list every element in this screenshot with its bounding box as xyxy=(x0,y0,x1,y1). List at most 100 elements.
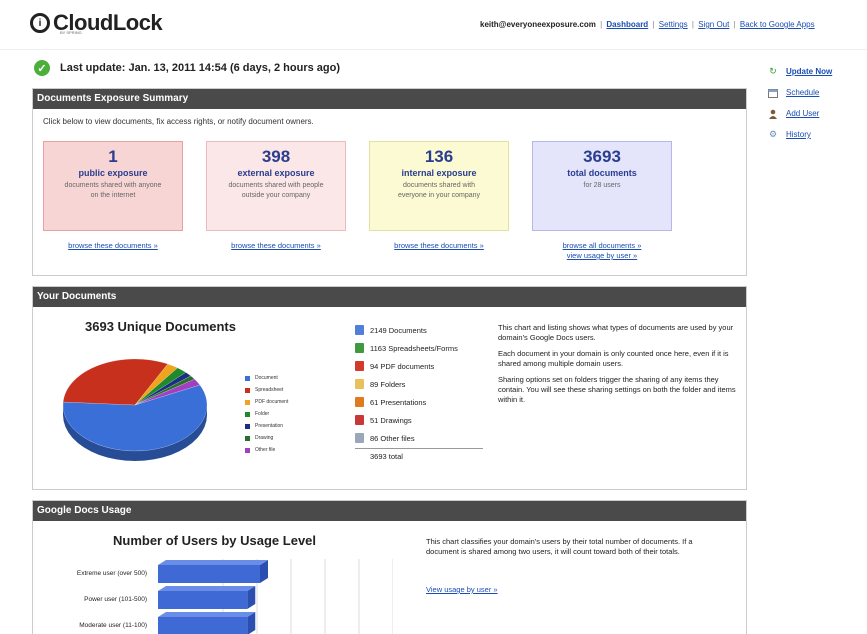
card-description: documents shared with anyone on the inte… xyxy=(64,182,162,199)
doc-type-label: 61 Presentations xyxy=(370,397,427,407)
gear-icon: ⚙ xyxy=(768,129,778,139)
usage-bar-chart xyxy=(158,559,393,634)
card-count: 398 xyxy=(261,147,291,166)
sidebar-item-add-user[interactable]: Add User xyxy=(768,106,832,121)
google-docs-usage-panel: Google Docs Usage Number of Users by Usa… xyxy=(32,500,747,634)
usage-bar-extreme-user-over-500 xyxy=(158,560,268,583)
last-update-status: ✓ Last update: Jan. 13, 2011 14:54 (6 da… xyxy=(34,60,340,76)
card-count: 3693 xyxy=(583,147,621,166)
exposure-intro: Click below to view documents, fix acces… xyxy=(43,117,314,126)
sign-out-link[interactable]: Sign Out xyxy=(698,20,729,29)
doc-type-label: 2149 Documents xyxy=(370,325,427,335)
logo-subtitle: BY SPRING xyxy=(60,30,82,35)
legend-item-folder: Folder xyxy=(245,409,288,419)
documents-explanation: This chart and listing shows what types … xyxy=(498,323,743,411)
doc-type-label: 89 Folders xyxy=(370,379,406,389)
legend-label: Drawing xyxy=(255,435,274,441)
card-label: total documents xyxy=(567,168,637,178)
internal-exposure-card[interactable]: 136 internal exposure documents shared w… xyxy=(369,141,509,231)
section-title: Google Docs Usage xyxy=(33,501,746,521)
drawing-icon xyxy=(355,415,364,425)
card-count: 1 xyxy=(108,147,118,166)
browse-public-link[interactable]: browse these documents » xyxy=(43,241,183,251)
doc-type-item: 2149 Documents xyxy=(355,321,483,339)
section-title: Your Documents xyxy=(33,287,746,307)
update-now-link[interactable]: Update Now xyxy=(786,67,832,76)
user-email: keith@everyoneexposure.com xyxy=(480,20,596,29)
settings-link[interactable]: Settings xyxy=(659,20,688,29)
legend-label: Presentation xyxy=(255,423,284,429)
dashboard-link[interactable]: Dashboard xyxy=(606,20,648,29)
file-icon xyxy=(355,433,364,443)
explain-paragraph: This chart and listing shows what types … xyxy=(498,323,734,342)
view-usage-by-user-link[interactable]: View usage by user » xyxy=(426,585,498,594)
doc-type-label: 1163 Spreadsheets/Forms xyxy=(370,343,458,353)
legend-swatch xyxy=(245,411,250,417)
logo-mark-icon: i xyxy=(30,13,50,33)
card-description: for 28 users xyxy=(583,182,621,189)
exposure-summary-panel: Documents Exposure Summary Click below t… xyxy=(32,88,747,276)
doc-type-label: 94 PDF documents xyxy=(370,361,435,371)
legend-label: Spreadsheet xyxy=(255,387,284,393)
sidebar-item-schedule[interactable]: Schedule xyxy=(768,85,832,100)
legend-swatch xyxy=(245,447,250,453)
pdf-icon xyxy=(355,361,364,371)
sidebar-item-history[interactable]: ⚙ History xyxy=(768,127,832,142)
usage-bar-moderate-user-11-100 xyxy=(158,612,256,634)
external-browse-links: browse these documents » xyxy=(206,241,346,251)
legend-item-drawing: Drawing xyxy=(245,433,288,443)
usage-link-wrap: View usage by user » xyxy=(426,585,498,594)
history-link[interactable]: History xyxy=(786,130,811,139)
legend-label: Document xyxy=(255,375,278,381)
usage-by-user-link[interactable]: view usage by user » xyxy=(532,251,672,261)
doc-type-item: 94 PDF documents xyxy=(355,357,483,375)
explain-paragraph: Each document in your domain is only cou… xyxy=(498,349,729,368)
browse-external-link[interactable]: browse these documents » xyxy=(206,241,346,251)
doc-type-item: 89 Folders xyxy=(355,375,483,393)
usage-category-label: Power user (101-500) xyxy=(84,596,147,603)
usage-chart-title: Number of Users by Usage Level xyxy=(113,533,317,548)
legend-label: Folder xyxy=(255,411,270,417)
card-description: documents shared with people outside you… xyxy=(228,182,324,199)
doc-type-item: 51 Drawings xyxy=(355,411,483,429)
doc-type-label: 86 Other files xyxy=(370,433,415,443)
explain-paragraph: Sharing options set on folders trigger t… xyxy=(498,375,736,404)
document-icon xyxy=(355,325,364,335)
schedule-link[interactable]: Schedule xyxy=(786,88,819,97)
legend-item-pdf-document: PDF document xyxy=(245,397,288,407)
sidebar-item-update-now[interactable]: ↻ Update Now xyxy=(768,64,832,79)
legend-label: PDF document xyxy=(255,399,289,405)
top-bar: i CloudLock BY SPRING keith@everyoneexpo… xyxy=(0,0,867,50)
spreadsheet-icon xyxy=(355,343,364,353)
usage-explanation: This chart classifies your domain's user… xyxy=(426,537,693,556)
add-user-link[interactable]: Add User xyxy=(786,109,819,118)
legend-swatch xyxy=(245,435,250,441)
person-icon xyxy=(768,109,778,119)
checkmark-icon: ✓ xyxy=(34,60,50,76)
card-description: documents shared with everyone in your c… xyxy=(397,182,481,199)
card-label: external exposure xyxy=(237,168,315,178)
doc-type-label: 51 Drawings xyxy=(370,415,412,425)
browse-internal-link[interactable]: browse these documents » xyxy=(369,241,509,251)
external-exposure-card[interactable]: 398 external exposure documents shared w… xyxy=(206,141,346,231)
folder-icon xyxy=(355,379,364,389)
cloudlock-logo[interactable]: i CloudLock xyxy=(30,10,163,36)
legend-item-document: Document xyxy=(245,373,288,383)
public-browse-links: browse these documents » xyxy=(43,241,183,251)
legend-swatch xyxy=(245,423,250,429)
document-types-pie-chart xyxy=(62,358,208,461)
back-to-google-apps-link[interactable]: Back to Google Apps xyxy=(740,20,815,29)
doc-total: 3693 total xyxy=(355,448,483,461)
last-update-text: Last update: Jan. 13, 2011 14:54 (6 days… xyxy=(60,62,341,74)
pie-chart-title: 3693 Unique Documents xyxy=(85,319,236,334)
card-label: public exposure xyxy=(78,168,148,178)
total-documents-card[interactable]: 3693 total documents for 28 users xyxy=(532,141,672,231)
browse-all-link[interactable]: browse all documents » xyxy=(532,241,672,251)
usage-category-label: Extreme user (over 500) xyxy=(76,570,147,577)
public-exposure-card[interactable]: 1 public exposure documents shared with … xyxy=(43,141,183,231)
presentation-icon xyxy=(355,397,364,407)
legend-item-presentation: Presentation xyxy=(245,421,288,431)
action-sidebar: ↻ Update Now Schedule Add User ⚙ History xyxy=(768,64,832,148)
legend-item-spreadsheet: Spreadsheet xyxy=(245,385,288,395)
document-type-list: 2149 Documents 1163 Spreadsheets/Forms 94 … xyxy=(355,321,483,461)
